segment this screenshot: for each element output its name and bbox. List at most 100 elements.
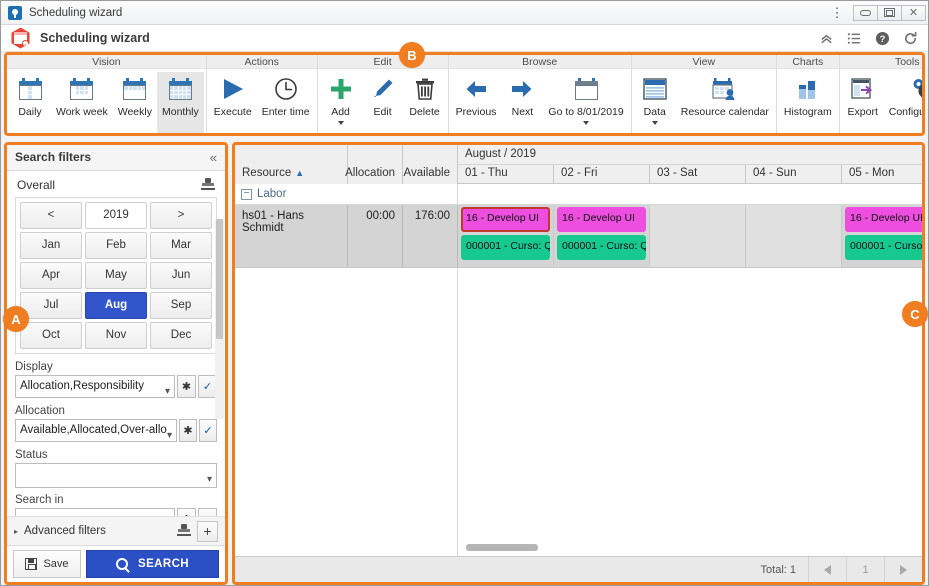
- ribbon-button-goto-date[interactable]: Go to 8/01/2019: [543, 72, 628, 133]
- ribbon-button-delete[interactable]: Delete: [404, 72, 446, 133]
- ribbon-button-monthly[interactable]: Monthly: [156, 72, 204, 133]
- status-input[interactable]: ▾: [15, 462, 217, 488]
- prev-year-button[interactable]: <: [20, 201, 82, 229]
- event-block[interactable]: 16 - Develop UI: [845, 207, 922, 232]
- list-icon[interactable]: [840, 27, 868, 49]
- resource-calendar-icon: [712, 74, 737, 104]
- ribbon-button-label: Weekly: [117, 106, 152, 118]
- calendar-daily-icon: [18, 74, 42, 104]
- app-logo-icon: [11, 27, 30, 49]
- ribbon-button-next[interactable]: Next: [501, 72, 543, 133]
- help-icon[interactable]: ?: [868, 27, 896, 49]
- next-page-button[interactable]: [884, 556, 922, 582]
- ribbon-button-work-week[interactable]: Work week: [51, 72, 113, 133]
- chevron-down-icon[interactable]: [337, 121, 344, 125]
- horizontal-scrollbar[interactable]: [466, 544, 538, 551]
- ribbon-button-label: Execute: [213, 106, 252, 118]
- search-in-input[interactable]: ▾: [15, 507, 175, 517]
- ribbon-button-execute[interactable]: Execute: [209, 72, 257, 133]
- month-button-dec[interactable]: Dec: [150, 321, 212, 349]
- month-button-nov[interactable]: Nov: [85, 321, 147, 349]
- month-button-sep[interactable]: Sep: [150, 291, 212, 319]
- next-year-button[interactable]: >: [150, 201, 212, 229]
- stamp-icon[interactable]: [201, 177, 215, 192]
- save-button[interactable]: Save: [13, 550, 81, 578]
- event-block[interactable]: 16 - Develop UI: [461, 207, 550, 232]
- month-button-aug[interactable]: Aug: [85, 291, 147, 319]
- display-asterisk-button[interactable]: ✱: [177, 374, 196, 398]
- allocation-input[interactable]: Available,Allocated,Over-allo ▾: [15, 418, 178, 442]
- day-slot-04[interactable]: [746, 205, 842, 267]
- ribbon-button-edit[interactable]: Edit: [362, 72, 404, 133]
- event-block[interactable]: 000001 - Curso: Qualit: [461, 235, 550, 260]
- sidebar-scrollbar[interactable]: [215, 218, 224, 419]
- overall-label: Overall: [17, 177, 56, 192]
- calendar-weekly-icon: [123, 74, 147, 104]
- search-in-asterisk-button[interactable]: ✱: [177, 507, 196, 517]
- group-row-labor[interactable]: − Labor: [235, 184, 922, 205]
- month-button-apr[interactable]: Apr: [20, 261, 82, 289]
- ribbon-button-label: Edit: [373, 106, 392, 118]
- event-block[interactable]: 000001 - Curso: Qualit: [557, 235, 646, 260]
- ribbon-button-label: Previous: [455, 106, 497, 118]
- close-button[interactable]: ✕: [901, 4, 926, 21]
- month-button-feb[interactable]: Feb: [85, 231, 147, 259]
- refresh-icon[interactable]: [896, 27, 924, 49]
- event-block[interactable]: 16 - Develop UI: [557, 207, 646, 232]
- day-slot-02[interactable]: 16 - Develop UI 000001 - Curso: Qualit: [554, 205, 650, 267]
- app-header: Scheduling wizard ?: [1, 25, 928, 52]
- minimize-button[interactable]: [853, 4, 878, 21]
- cell-resource: hs01 - Hans Schmidt: [235, 205, 348, 267]
- chevron-up-icon[interactable]: [812, 27, 840, 49]
- month-button-may[interactable]: May: [85, 261, 147, 289]
- chevron-down-icon[interactable]: [583, 121, 590, 125]
- allocation-asterisk-button[interactable]: ✱: [179, 418, 198, 442]
- trash-icon: [413, 74, 437, 104]
- column-header-resource[interactable]: Resource ▲: [235, 145, 348, 184]
- display-input[interactable]: Allocation,Responsibility ▾: [15, 374, 175, 398]
- collapse-panel-button[interactable]: «: [210, 150, 217, 165]
- month-button-jan[interactable]: Jan: [20, 231, 82, 259]
- ribbon-button-export[interactable]: Export: [842, 72, 884, 133]
- day-headers: 01 - Thu 02 - Fri 03 - Sat 04 - Sun 05 -…: [458, 165, 922, 183]
- ribbon-button-add[interactable]: Add: [320, 72, 362, 133]
- ribbon-button-configurations[interactable]: Configurations: [884, 72, 922, 133]
- advanced-filters-row[interactable]: ▸ Advanced filters +: [7, 516, 225, 545]
- chevron-down-icon: ▾: [167, 429, 173, 441]
- month-button-jun[interactable]: Jun: [150, 261, 212, 289]
- event-block[interactable]: 000001 - Curso: Qua: [845, 235, 922, 260]
- allocation-brush-button[interactable]: ✓: [199, 418, 217, 442]
- day-slot-05[interactable]: 16 - Develop UI 000001 - Curso: Qua: [842, 205, 922, 267]
- search-in-brush-button[interactable]: ✓: [198, 507, 217, 517]
- add-filter-button[interactable]: +: [197, 520, 218, 542]
- overflow-menu-button[interactable]: ⋮: [826, 6, 848, 19]
- chevron-down-icon: ▾: [206, 473, 212, 485]
- ribbon-button-resource-calendar[interactable]: Resource calendar: [676, 72, 774, 133]
- expand-triangle-icon: ▸: [14, 526, 19, 536]
- column-header-available[interactable]: Available: [403, 145, 458, 184]
- ribbon-button-label: Go to 8/01/2019: [548, 106, 624, 118]
- month-button-oct[interactable]: Oct: [20, 321, 82, 349]
- month-button-mar[interactable]: Mar: [150, 231, 212, 259]
- day-slot-03[interactable]: [650, 205, 746, 267]
- collapse-group-icon[interactable]: −: [241, 188, 252, 200]
- histogram-icon: [797, 74, 819, 104]
- stamp-icon[interactable]: [177, 524, 191, 538]
- ribbon-button-histogram[interactable]: Histogram: [779, 72, 837, 133]
- column-header-allocation[interactable]: Allocation: [345, 145, 403, 184]
- ribbon-button-daily[interactable]: Daily: [9, 72, 51, 133]
- ribbon-button-previous[interactable]: Previous: [451, 72, 502, 133]
- previous-page-button[interactable]: [808, 556, 846, 582]
- ribbon-button-weekly[interactable]: Weekly: [113, 72, 157, 133]
- chevron-down-icon[interactable]: [651, 121, 658, 125]
- table-row[interactable]: hs01 - Hans Schmidt 00:00 176:00 16 - De…: [235, 205, 922, 268]
- day-slot-01[interactable]: 16 - Develop UI 000001 - Curso: Qualit: [458, 205, 554, 267]
- month-row: Apr May Jun: [20, 261, 212, 289]
- search-filters-panel: Search filters « Overall < 2019 > Jan Fe…: [4, 142, 228, 585]
- search-button[interactable]: SEARCH: [86, 550, 219, 578]
- ribbon-button-enter-time[interactable]: Enter time: [257, 72, 315, 133]
- ribbon-button-label: Histogram: [783, 106, 832, 118]
- ribbon-button-data[interactable]: Data: [634, 72, 676, 133]
- maximize-button[interactable]: [877, 4, 902, 21]
- month-button-jul[interactable]: Jul: [20, 291, 82, 319]
